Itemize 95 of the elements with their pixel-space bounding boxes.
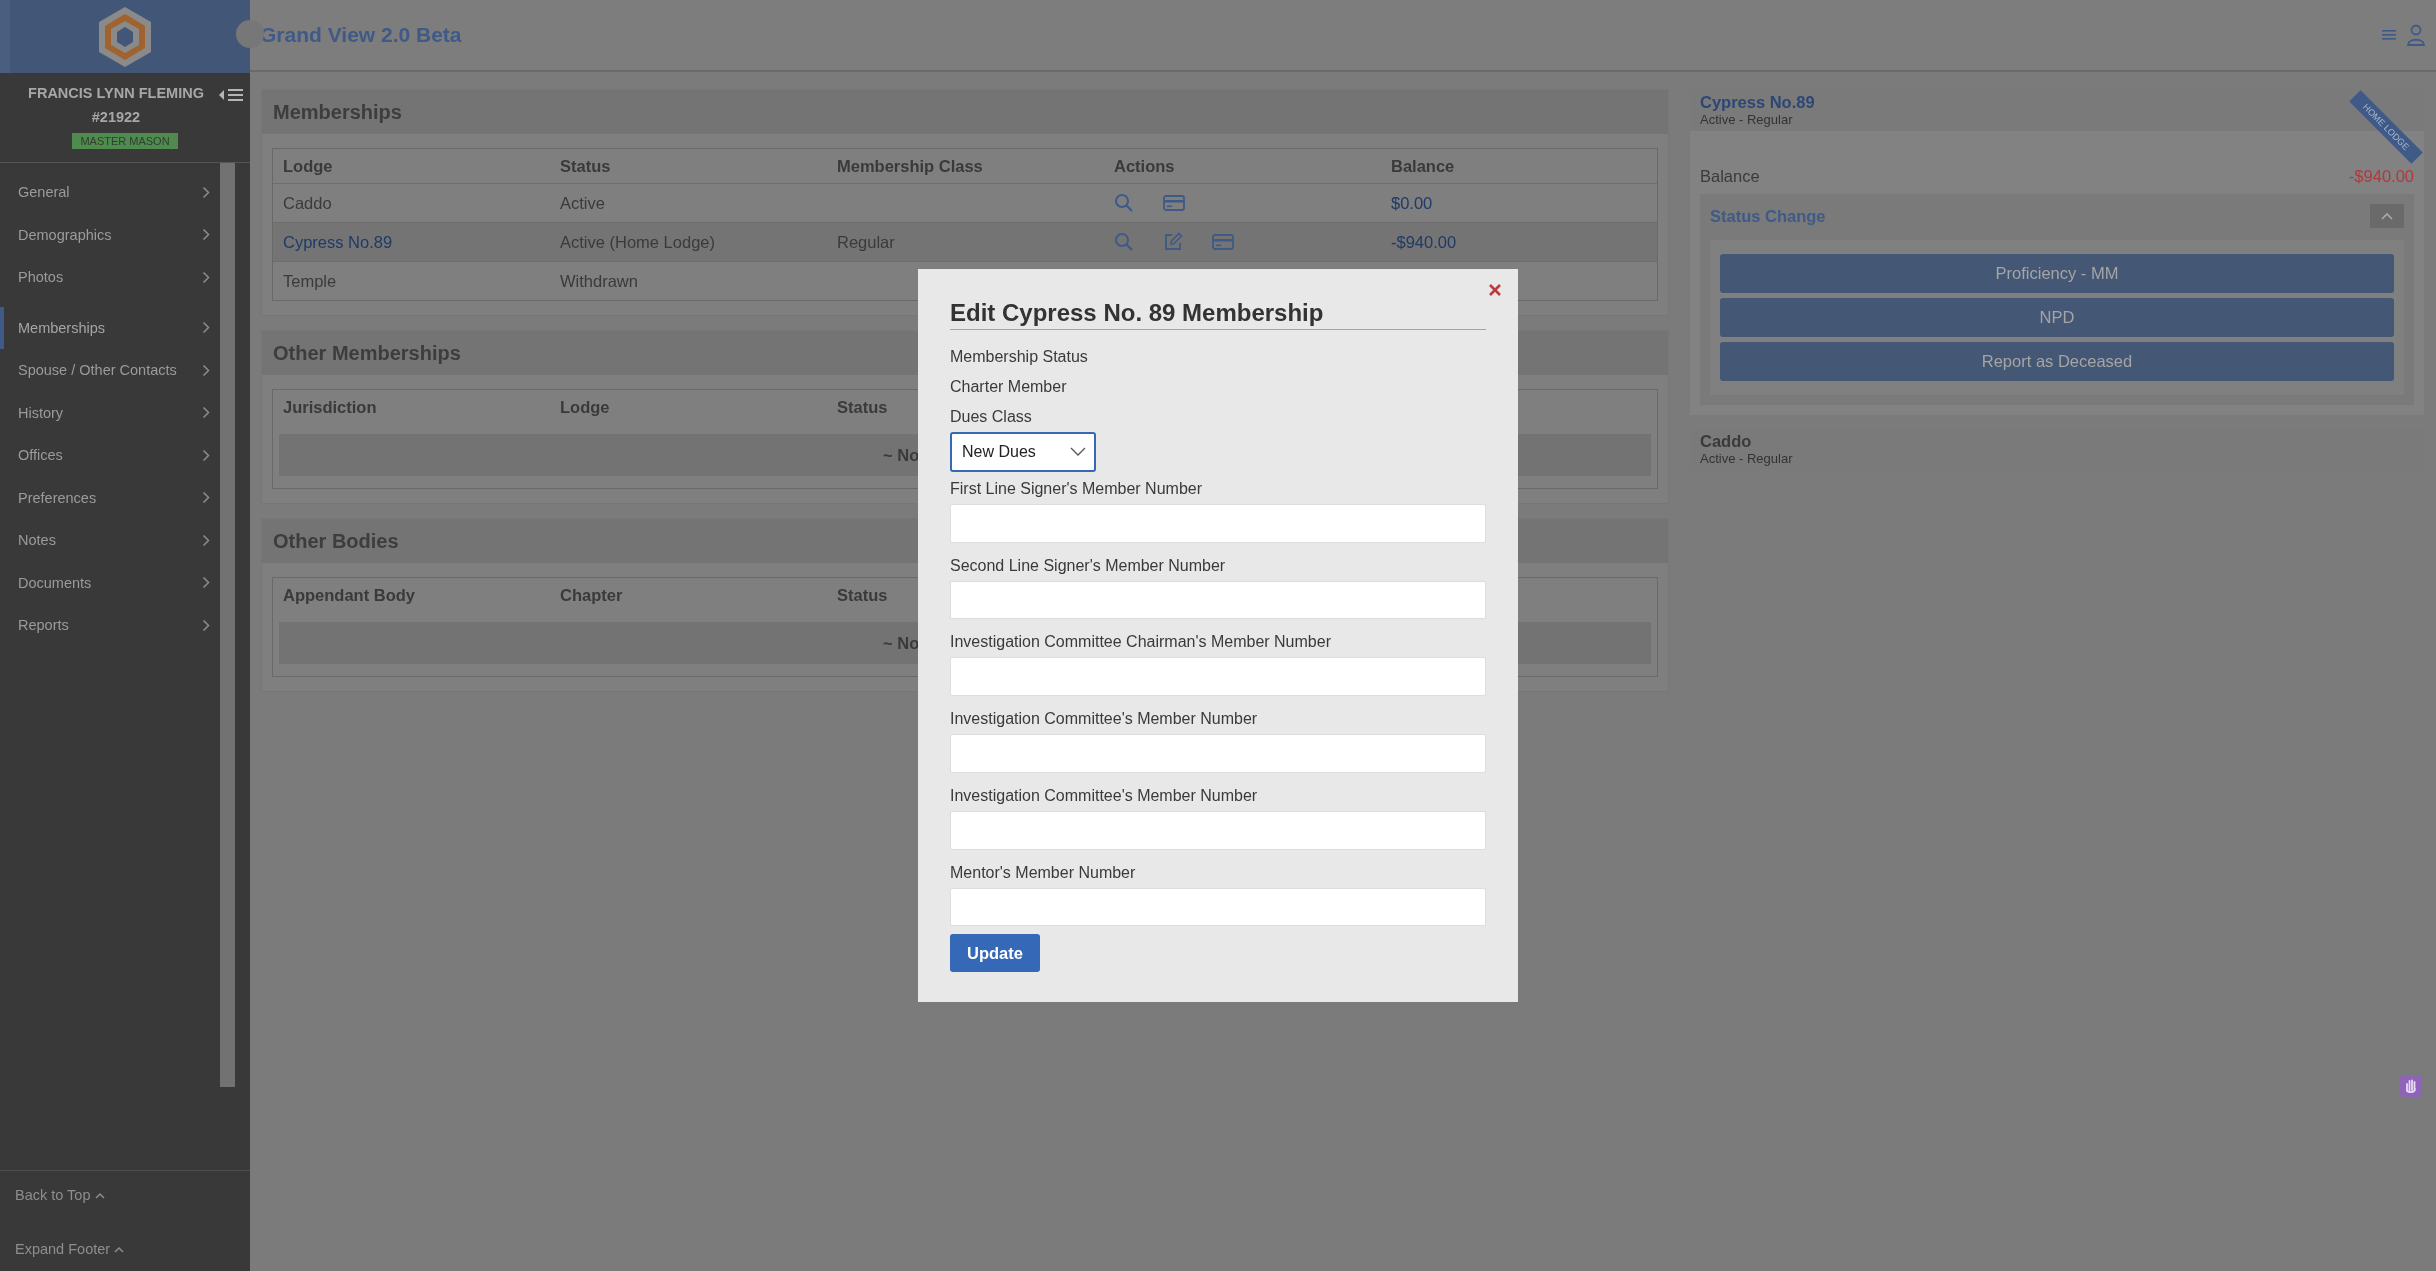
hexagon-logo xyxy=(97,4,153,69)
caret-icon xyxy=(2381,212,2393,220)
field-label: First Line Signer's Member Number xyxy=(950,478,1204,499)
input-field[interactable] xyxy=(950,657,1486,696)
credit-card-icon[interactable] xyxy=(1212,233,1234,251)
field-label: Mentor's Member Number xyxy=(950,862,1137,883)
sidebar-item[interactable]: Notes xyxy=(0,519,220,562)
chevron-right-icon xyxy=(202,618,210,632)
lodge-detail: Active - Regular xyxy=(1700,451,1793,466)
column-header: Lodge xyxy=(560,397,610,416)
lodge-link[interactable]: Cypress No.89 xyxy=(283,232,393,251)
collapse-toggle[interactable] xyxy=(2370,204,2404,228)
close-icon[interactable] xyxy=(1488,283,1502,297)
menu-icon[interactable] xyxy=(2382,29,2396,41)
sidebar-item[interactable]: Preferences xyxy=(0,476,220,519)
user-icon[interactable] xyxy=(2406,24,2426,46)
sidebar-item[interactable]: Offices xyxy=(0,434,220,477)
column-header: Appendant Body xyxy=(283,585,415,604)
empty-message: ~ No xyxy=(883,633,920,653)
column-header: Status xyxy=(837,585,888,604)
search-icon[interactable] xyxy=(1114,232,1134,252)
table-cell: Withdrawn xyxy=(560,271,638,290)
field-label: Investigation Committee's Member Number xyxy=(950,785,1259,806)
column-header: Membership Class xyxy=(837,156,983,175)
dialog-title: Edit Cypress No. 89 Membership xyxy=(950,299,1486,330)
credit-card-icon[interactable] xyxy=(1163,194,1185,212)
field-label: Investigation Committee's Member Number xyxy=(950,709,1259,729)
chevron-right-icon xyxy=(202,491,210,505)
field-label: Dues Class xyxy=(950,407,1033,427)
chevron-right-icon xyxy=(202,185,210,199)
empty-message: ~ No xyxy=(883,445,920,465)
status-action-button[interactable]: NPD xyxy=(1720,298,2394,337)
balance-amount: -$940.00 xyxy=(1391,232,1457,251)
column-header: Status xyxy=(837,397,888,416)
balance-amount: -$940.00 xyxy=(2348,167,2414,186)
column-header: Chapter xyxy=(560,585,623,604)
table-cell: Caddo xyxy=(283,193,332,212)
column-header: Jurisdiction xyxy=(283,397,377,416)
footer-link[interactable]: Expand Footer xyxy=(0,1241,250,1257)
search-icon[interactable] xyxy=(1114,193,1134,213)
field-label: Investigation Committee Chairman's Member Number xyxy=(950,632,1332,653)
chevron-right-icon xyxy=(202,533,210,547)
column-header: Status xyxy=(560,156,611,175)
sidebar-item[interactable]: History xyxy=(0,391,220,434)
status-action-button[interactable]: Report as Deceased xyxy=(1720,342,2394,381)
column-header: Lodge xyxy=(283,156,333,175)
collapse-menu-icon[interactable] xyxy=(218,87,244,103)
input-field[interactable] xyxy=(950,580,1486,620)
sidebar-item[interactable]: Spouse / Other Contacts xyxy=(0,349,220,392)
update-button[interactable]: Update xyxy=(950,934,1040,972)
hand-icon[interactable] xyxy=(2400,1075,2422,1097)
column-header: Actions xyxy=(1114,156,1175,175)
table-cell: Regular xyxy=(837,232,895,251)
sidebar-item[interactable]: Memberships xyxy=(0,306,220,349)
member-number: #21922 xyxy=(91,108,141,127)
dues-class-select[interactable]: New Dues xyxy=(950,432,1096,472)
info-text: Membership Status xyxy=(950,347,1089,367)
column-header: Balance xyxy=(1391,156,1455,175)
lodge-detail: Active - Regular xyxy=(1700,112,1793,127)
input-field[interactable] xyxy=(950,734,1486,773)
chevron-right-icon xyxy=(202,406,210,420)
chevron-right-icon xyxy=(202,321,210,335)
dropdown-caret-icon xyxy=(1070,447,1086,457)
rank-badge: MASTER MASON xyxy=(72,133,178,149)
input-field[interactable] xyxy=(950,503,1486,543)
chevron-right-icon xyxy=(202,270,210,284)
balance-amount: $0.00 xyxy=(1391,193,1433,212)
section-title: Memberships xyxy=(262,90,1668,134)
balance-label: Balance xyxy=(1700,167,1760,186)
chevron-right-icon xyxy=(202,363,210,377)
member-name: FRANCIS LYNN FLEMING xyxy=(28,84,204,103)
chevron-right-icon xyxy=(202,448,210,462)
status-action-button[interactable]: Proficiency - MM xyxy=(1720,254,2394,293)
status-change-title: Status Change xyxy=(1710,206,1826,226)
sidebar-item[interactable]: Reports xyxy=(0,604,220,647)
sidebar-item[interactable]: General xyxy=(0,171,220,214)
app-title: Grand View 2.0 Beta xyxy=(260,23,462,47)
sidebar-item[interactable]: Documents xyxy=(0,561,220,604)
sidebar-item[interactable]: Photos xyxy=(0,256,220,299)
lodge-name: Cypress No.89 xyxy=(1700,93,1815,112)
input-field[interactable] xyxy=(950,810,1486,850)
lodge-card-header[interactable]: Caddo Active - Regular xyxy=(1690,429,2424,470)
sidebar-item[interactable]: Demographics xyxy=(0,213,220,256)
caret-up-icon xyxy=(94,1191,105,1199)
info-text: Charter Member xyxy=(950,377,1068,397)
chevron-right-icon xyxy=(202,228,210,242)
table-cell: Active (Home Lodge) xyxy=(560,232,715,251)
input-field[interactable] xyxy=(950,887,1486,927)
chevron-right-icon xyxy=(202,576,210,590)
caret-up-icon xyxy=(114,1245,125,1253)
table-cell: Temple xyxy=(283,271,337,290)
table-cell: Active xyxy=(560,193,605,212)
footer-link[interactable]: Back to Top xyxy=(0,1187,250,1203)
lodge-name: Caddo xyxy=(1700,432,1752,451)
edit-icon[interactable] xyxy=(1163,232,1183,252)
